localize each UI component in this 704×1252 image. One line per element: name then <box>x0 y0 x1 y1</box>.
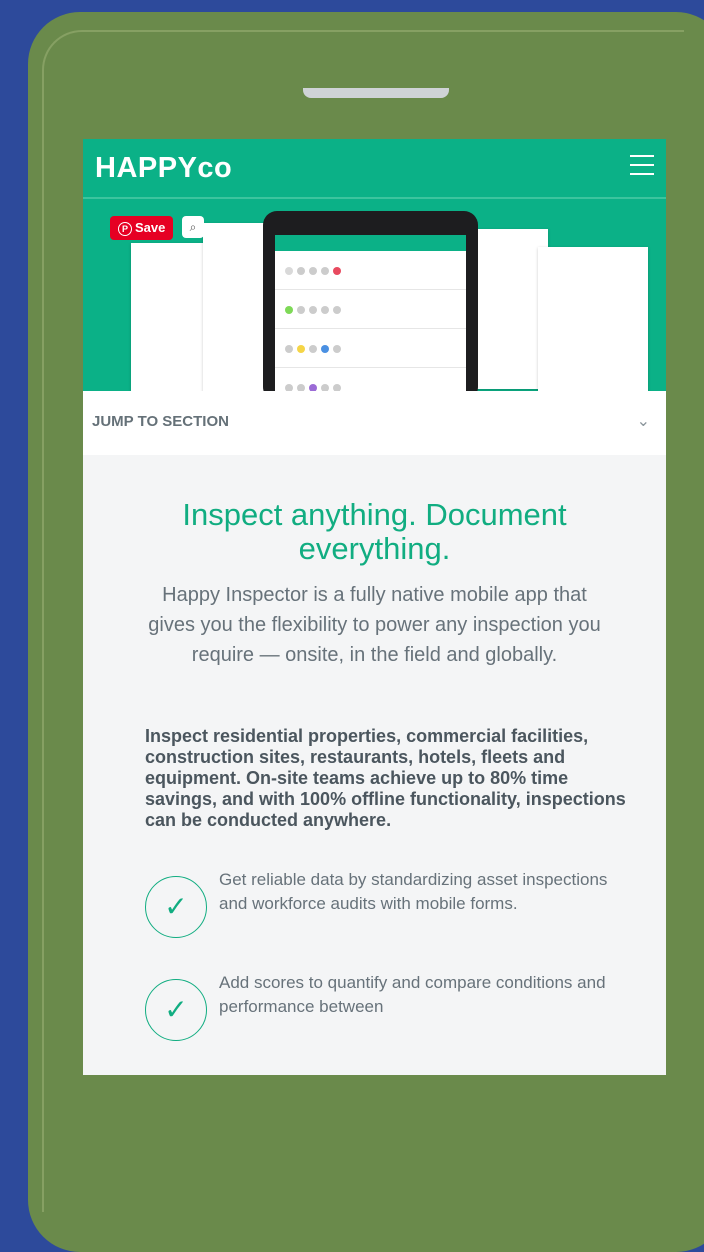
jump-to-section-dropdown[interactable]: JUMP TO SECTION ⌄ <box>83 391 666 455</box>
tablet-device <box>263 211 478 391</box>
phone-speaker <box>303 88 449 98</box>
feature-text: Get reliable data by standardizing asset… <box>219 870 608 913</box>
checkmark-icon: ✓ <box>145 979 207 1041</box>
pinterest-save-button[interactable]: P Save <box>110 216 174 240</box>
lead-paragraph: Happy Inspector is a fully native mobile… <box>148 584 601 666</box>
feature-text: Add scores to quantify and compare condi… <box>219 973 606 1016</box>
page-headline: Inspect anything. Document everything. <box>182 497 567 566</box>
hero-image: P Save ⌕ <box>83 199 666 391</box>
browser-screen: HAPPYco P Save ⌕ JUMP TO SECTION ⌄ Inspec… <box>83 139 666 1075</box>
site-header: HAPPYco <box>83 139 666 199</box>
report-paper <box>538 247 648 391</box>
feature-item: ✓ Get reliable data by standardizing ass… <box>145 868 626 938</box>
checkmark-icon: ✓ <box>145 876 207 938</box>
jump-to-section-label: JUMP TO SECTION <box>92 413 229 430</box>
menu-icon[interactable] <box>630 155 654 177</box>
pinterest-icon: P <box>118 222 132 236</box>
main-content: Inspect anything. Document everything. H… <box>83 497 666 1041</box>
chevron-down-icon: ⌄ <box>636 413 650 430</box>
feature-item: ✓ Add scores to quantify and compare con… <box>145 971 626 1041</box>
happyco-logo[interactable]: HAPPYco <box>95 152 232 185</box>
report-paper <box>468 229 548 389</box>
tablet-screen <box>275 235 466 391</box>
visual-search-icon[interactable]: ⌕ <box>182 216 204 238</box>
summary-paragraph: Inspect residential properties, commerci… <box>145 726 626 830</box>
